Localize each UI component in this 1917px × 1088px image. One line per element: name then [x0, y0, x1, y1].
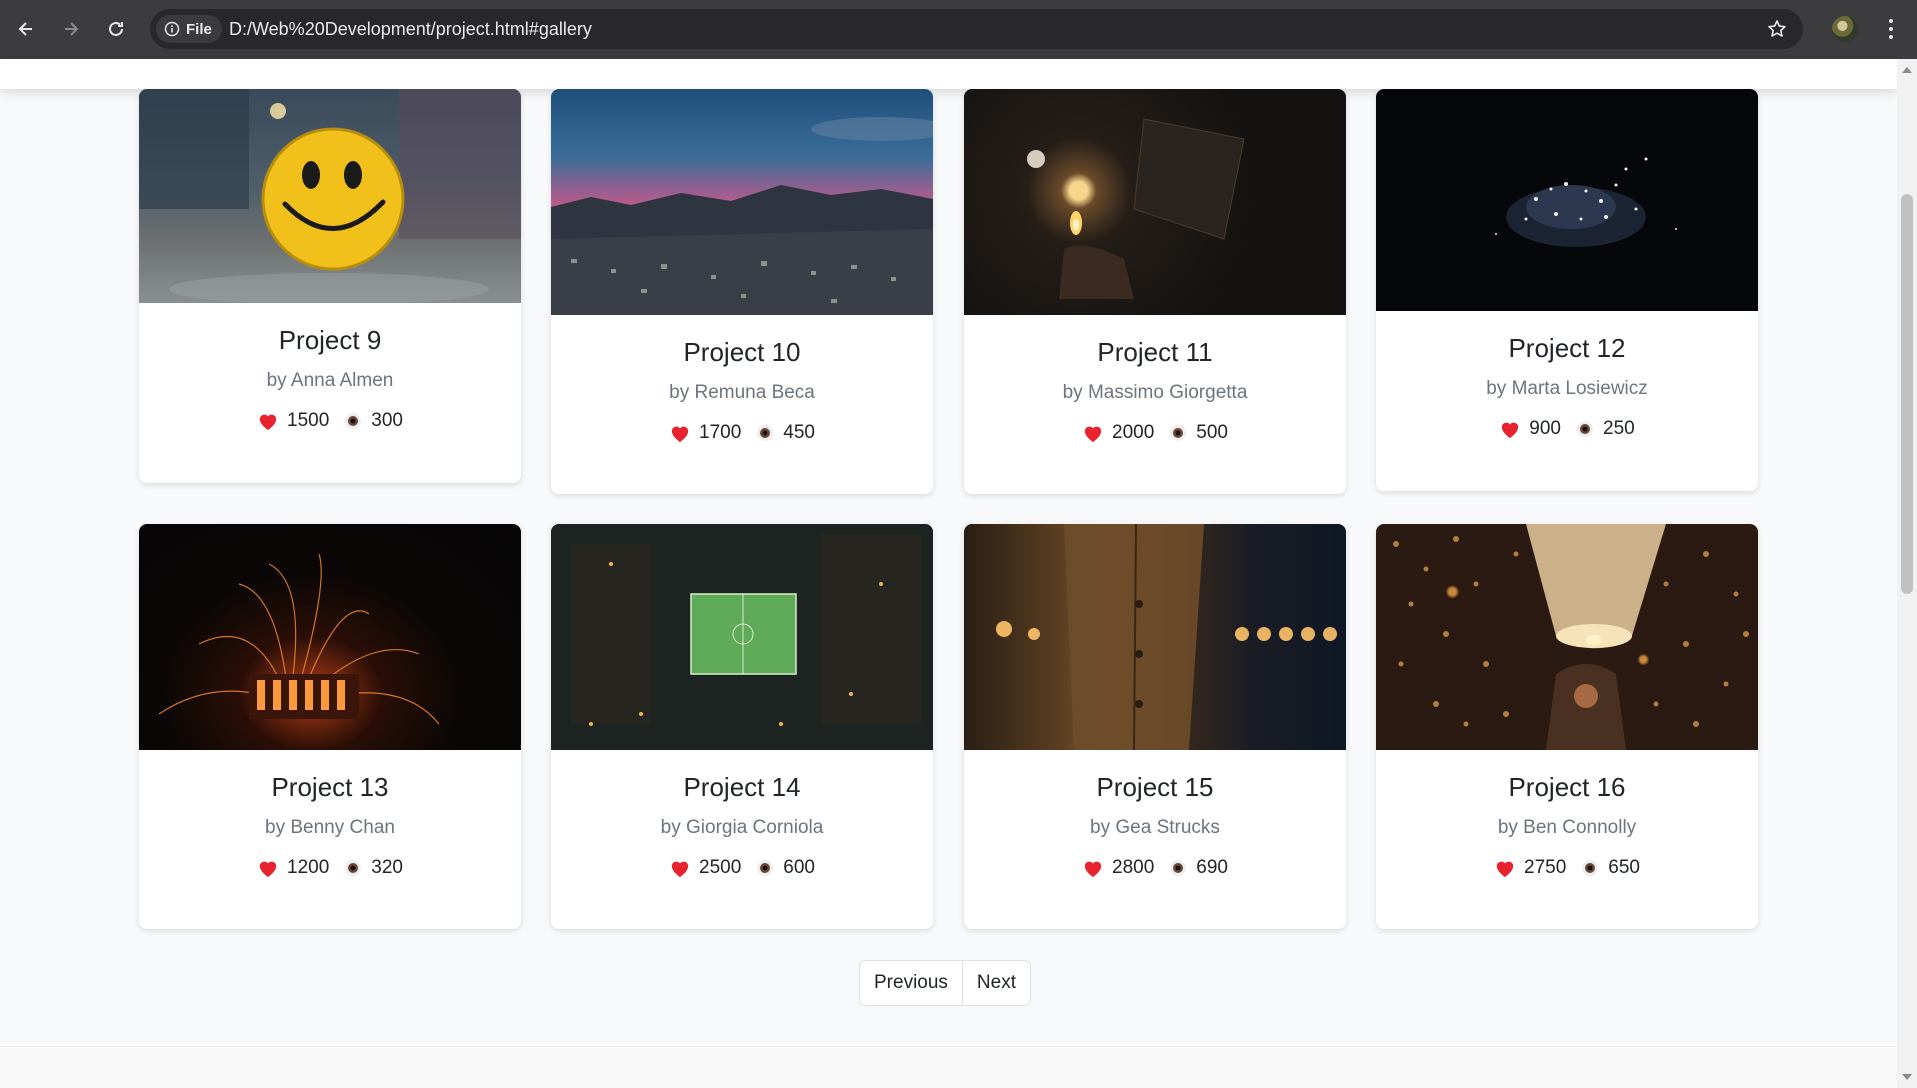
project-image-field — [551, 524, 933, 750]
url-text[interactable]: D:/Web%20Development/project.html#galler… — [229, 9, 592, 49]
likes-count: 900 — [1529, 418, 1561, 439]
likes-count: 1700 — [699, 422, 742, 443]
site-info-chip[interactable]: File — [156, 15, 222, 43]
project-stats: 1500 300 — [139, 410, 521, 432]
bookmark-button[interactable] — [1765, 17, 1789, 41]
eye-icon — [1577, 421, 1593, 437]
arrow-left-icon — [18, 22, 32, 36]
project-stats: 2000 500 — [964, 422, 1346, 444]
eye-icon — [1170, 860, 1187, 876]
project-card[interactable]: Project 12 by Marta Losiewicz 900 250 — [1376, 89, 1758, 491]
likes-count: 2750 — [1524, 857, 1567, 878]
views-count: 250 — [1603, 418, 1635, 439]
views-count: 690 — [1196, 857, 1228, 878]
heart-icon — [1502, 422, 1519, 439]
site-chip-label: File — [186, 20, 212, 38]
page-scrollbar[interactable] — [1897, 59, 1917, 1088]
heart-icon — [671, 426, 689, 443]
project-card[interactable]: Project 14 by Giorgia Corniola 2500 600 — [551, 524, 933, 929]
project-card[interactable]: Project 13 by Benny Chan 1200 320 — [139, 524, 521, 929]
eye-icon — [1170, 425, 1187, 441]
star-icon — [1768, 20, 1786, 37]
scroll-down-icon[interactable] — [1902, 1074, 1912, 1080]
likes-count: 2500 — [699, 857, 742, 878]
project-author: by Anna Almen — [266, 370, 394, 391]
views-count: 500 — [1196, 422, 1228, 443]
project-author: by Ben Connolly — [1497, 817, 1637, 838]
project-card[interactable]: Project 16 by Ben Connolly 2750 650 — [1376, 524, 1758, 929]
likes-count: 2800 — [1112, 857, 1155, 878]
scroll-up-icon[interactable] — [1902, 67, 1912, 73]
views-count: 600 — [783, 857, 815, 878]
project-author: by Benny Chan — [265, 817, 395, 838]
project-title[interactable]: Project 14 — [551, 772, 933, 803]
project-card[interactable]: Project 11 by Massimo Giorgetta 2000 500 — [964, 89, 1346, 494]
pagination: Previous Next — [859, 960, 1031, 1006]
views-count: 450 — [783, 422, 815, 443]
project-image-coat — [964, 524, 1346, 750]
browser-menu-button[interactable] — [1875, 13, 1907, 45]
eye-icon — [345, 413, 362, 429]
project-author: by Massimo Giorgetta — [1062, 382, 1248, 403]
browser-toolbar: File D:/Web%20Development/project.html#g… — [0, 0, 1917, 59]
project-image-smiley — [139, 89, 521, 303]
eye-icon — [1582, 860, 1599, 876]
project-image-city — [551, 89, 933, 315]
project-author: by Giorgia Corniola — [660, 817, 824, 838]
project-title[interactable]: Project 16 — [1376, 772, 1758, 803]
project-card[interactable]: Project 10 by Remuna Beca 1700 450 — [551, 89, 933, 494]
heart-icon — [259, 414, 277, 431]
profile-avatar[interactable] — [1832, 16, 1858, 42]
page-navbar — [0, 59, 1897, 89]
project-card[interactable]: Project 9 by Anna Almen 1500 300 — [139, 89, 521, 483]
project-title[interactable]: Project 9 — [139, 325, 521, 356]
eye-icon — [757, 860, 774, 876]
project-image-sparks — [139, 524, 521, 750]
likes-count: 2000 — [1112, 422, 1155, 443]
info-icon — [164, 21, 180, 37]
back-button[interactable] — [10, 13, 42, 45]
reload-icon — [109, 21, 123, 36]
project-title[interactable]: Project 13 — [139, 772, 521, 803]
views-count: 650 — [1608, 857, 1640, 878]
project-stats: 1200 320 — [139, 857, 521, 879]
scroll-thumb[interactable] — [1901, 194, 1913, 594]
project-stats: 2500 600 — [551, 857, 933, 879]
address-bar[interactable]: File D:/Web%20Development/project.html#g… — [150, 9, 1803, 49]
project-author: by Marta Losiewicz — [1486, 378, 1648, 399]
eye-icon — [757, 425, 774, 441]
project-author: by Remuna Beca — [669, 382, 815, 403]
heart-icon — [259, 861, 277, 878]
views-count: 320 — [371, 857, 403, 878]
project-stats: 900 250 — [1376, 418, 1758, 440]
next-page-button[interactable]: Next — [961, 961, 1030, 1005]
project-author: by Gea Strucks — [1090, 817, 1220, 838]
likes-count: 1200 — [287, 857, 330, 878]
project-stats: 2750 650 — [1376, 857, 1758, 879]
project-title[interactable]: Project 11 — [964, 337, 1346, 368]
project-card[interactable]: Project 15 by Gea Strucks 2800 690 — [964, 524, 1346, 929]
project-image-lantern — [1376, 524, 1758, 750]
project-image-sparkle — [1376, 89, 1758, 311]
footer-section — [0, 1046, 1897, 1088]
eye-icon — [345, 860, 362, 876]
heart-icon — [1084, 861, 1102, 878]
previous-page-button[interactable]: Previous — [860, 961, 962, 1005]
views-count: 300 — [371, 410, 403, 431]
project-stats: 2800 690 — [964, 857, 1346, 879]
project-image-match — [964, 89, 1346, 315]
project-title[interactable]: Project 15 — [964, 772, 1346, 803]
arrow-right-icon — [65, 22, 79, 36]
project-stats: 1700 450 — [551, 422, 933, 444]
heart-icon — [671, 861, 689, 878]
likes-count: 1500 — [287, 410, 330, 431]
project-title[interactable]: Project 10 — [551, 337, 933, 368]
reload-button[interactable] — [100, 13, 132, 45]
forward-button[interactable] — [55, 13, 87, 45]
project-title[interactable]: Project 12 — [1376, 333, 1758, 364]
heart-icon — [1496, 861, 1514, 878]
heart-icon — [1084, 426, 1102, 443]
